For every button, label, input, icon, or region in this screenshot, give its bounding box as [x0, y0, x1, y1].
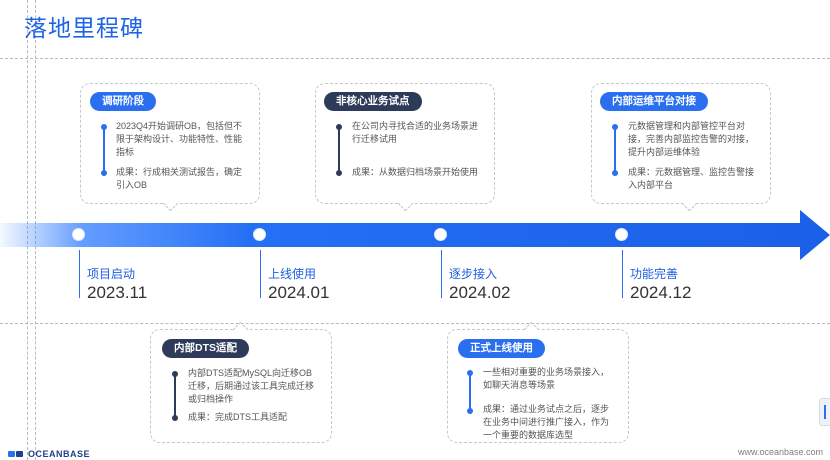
- card-line: [614, 125, 616, 173]
- side-panel-tab[interactable]: [819, 398, 830, 426]
- card-noncore-text: 在公司内寻找合适的业务场景进行迁移试用: [352, 121, 479, 144]
- card-official-tag: 正式上线使用: [458, 339, 545, 358]
- card-bullet: [336, 170, 342, 176]
- card-ops-text: 元数据管理和内部管控平台对接，完善内部监控告警的对接，提升内部运维体验: [628, 121, 755, 157]
- card-noncore-result: 成果：从数据归档场景开始使用: [352, 167, 479, 177]
- milestone-dot: [434, 228, 447, 241]
- card-pointer: [162, 195, 179, 212]
- milestone-label: 项目启动: [87, 267, 136, 281]
- oceanbase-logo-icon: [8, 451, 23, 457]
- card-pointer: [397, 195, 414, 212]
- card-dts-tag: 内部DTS适配: [162, 339, 249, 358]
- card-bullet: [336, 124, 342, 130]
- oceanbase-logo: OCEANBASE: [8, 448, 90, 460]
- card-line: [103, 125, 105, 173]
- milestone-date: 2023.11: [87, 283, 148, 302]
- card-research-tag: 调研阶段: [90, 92, 156, 111]
- milestone-date: 2024.01: [268, 283, 330, 302]
- milestone-line: [441, 250, 442, 298]
- milestone-dot: [253, 228, 266, 241]
- website-url: www.oceanbase.com: [738, 447, 824, 457]
- card-bullet: [101, 170, 107, 176]
- card-line: [469, 371, 471, 411]
- card-bullet: [172, 415, 178, 421]
- guide-line: [0, 323, 830, 324]
- card-line: [174, 372, 176, 418]
- card-noncore-tag: 非核心业务试点: [324, 92, 422, 111]
- card-research-text: 2023Q4开始调研OB，包括但不限于架构设计、功能特性、性能指标: [116, 121, 243, 157]
- milestone-line: [260, 250, 261, 298]
- milestone-label: 上线使用: [268, 267, 317, 281]
- milestone-date: 2024.12: [630, 283, 692, 302]
- card-ops-tag: 内部运维平台对接: [600, 92, 708, 111]
- page-title: 落地里程碑: [24, 15, 144, 41]
- card-pointer: [523, 321, 540, 338]
- card-line: [338, 125, 340, 173]
- card-research-result: 成果：行成相关测试报告，确定引入OB: [116, 167, 243, 190]
- card-bullet: [612, 170, 618, 176]
- milestone-dot: [615, 228, 628, 241]
- milestone-label: 功能完善: [630, 267, 679, 281]
- milestone-label: 逐步接入: [449, 267, 498, 281]
- card-bullet: [467, 370, 473, 376]
- card-pointer: [681, 195, 698, 212]
- card-bullet: [101, 124, 107, 130]
- card-official-result: 成果：通过业务试点之后，逐步在业务中间进行推广接入，作为一个重要的数据库选型: [483, 404, 610, 440]
- card-bullet: [467, 408, 473, 414]
- card-dts-result: 成果：完成DTS工具适配: [188, 412, 288, 422]
- guide-line: [0, 58, 830, 59]
- logo-text: OCEANBASE: [28, 449, 91, 459]
- milestone-line: [79, 250, 80, 298]
- milestone-date: 2024.02: [449, 283, 511, 302]
- timeline-arrow: [0, 210, 830, 260]
- milestone-line: [622, 250, 623, 298]
- card-ops-result: 成果：元数据管理、监控告警接入内部平台: [628, 167, 755, 190]
- card-official-text: 一些相对重要的业务场景接入，如聊天消息等场景: [483, 367, 610, 390]
- milestone-dot: [72, 228, 85, 241]
- card-bullet: [612, 124, 618, 130]
- card-dts-text: 内部DTS适配MySQL向迁移OB迁移，后期通过该工具完成迁移或归档操作: [188, 368, 315, 404]
- card-pointer: [232, 321, 249, 338]
- card-bullet: [172, 371, 178, 377]
